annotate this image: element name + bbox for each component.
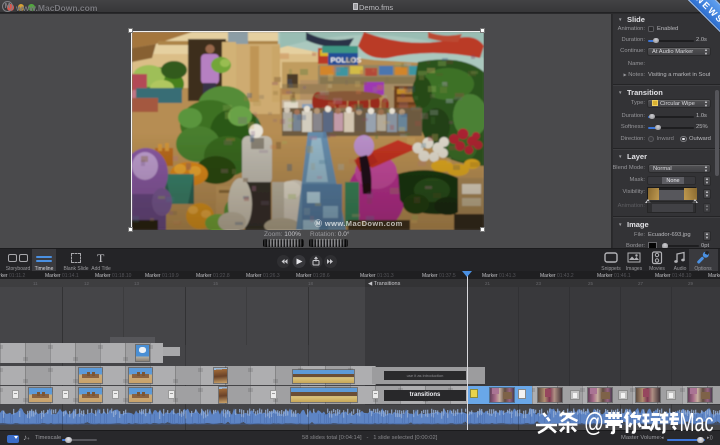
svg-text:@: @ [584,407,604,437]
svg-text:Mac: Mac [680,407,714,437]
